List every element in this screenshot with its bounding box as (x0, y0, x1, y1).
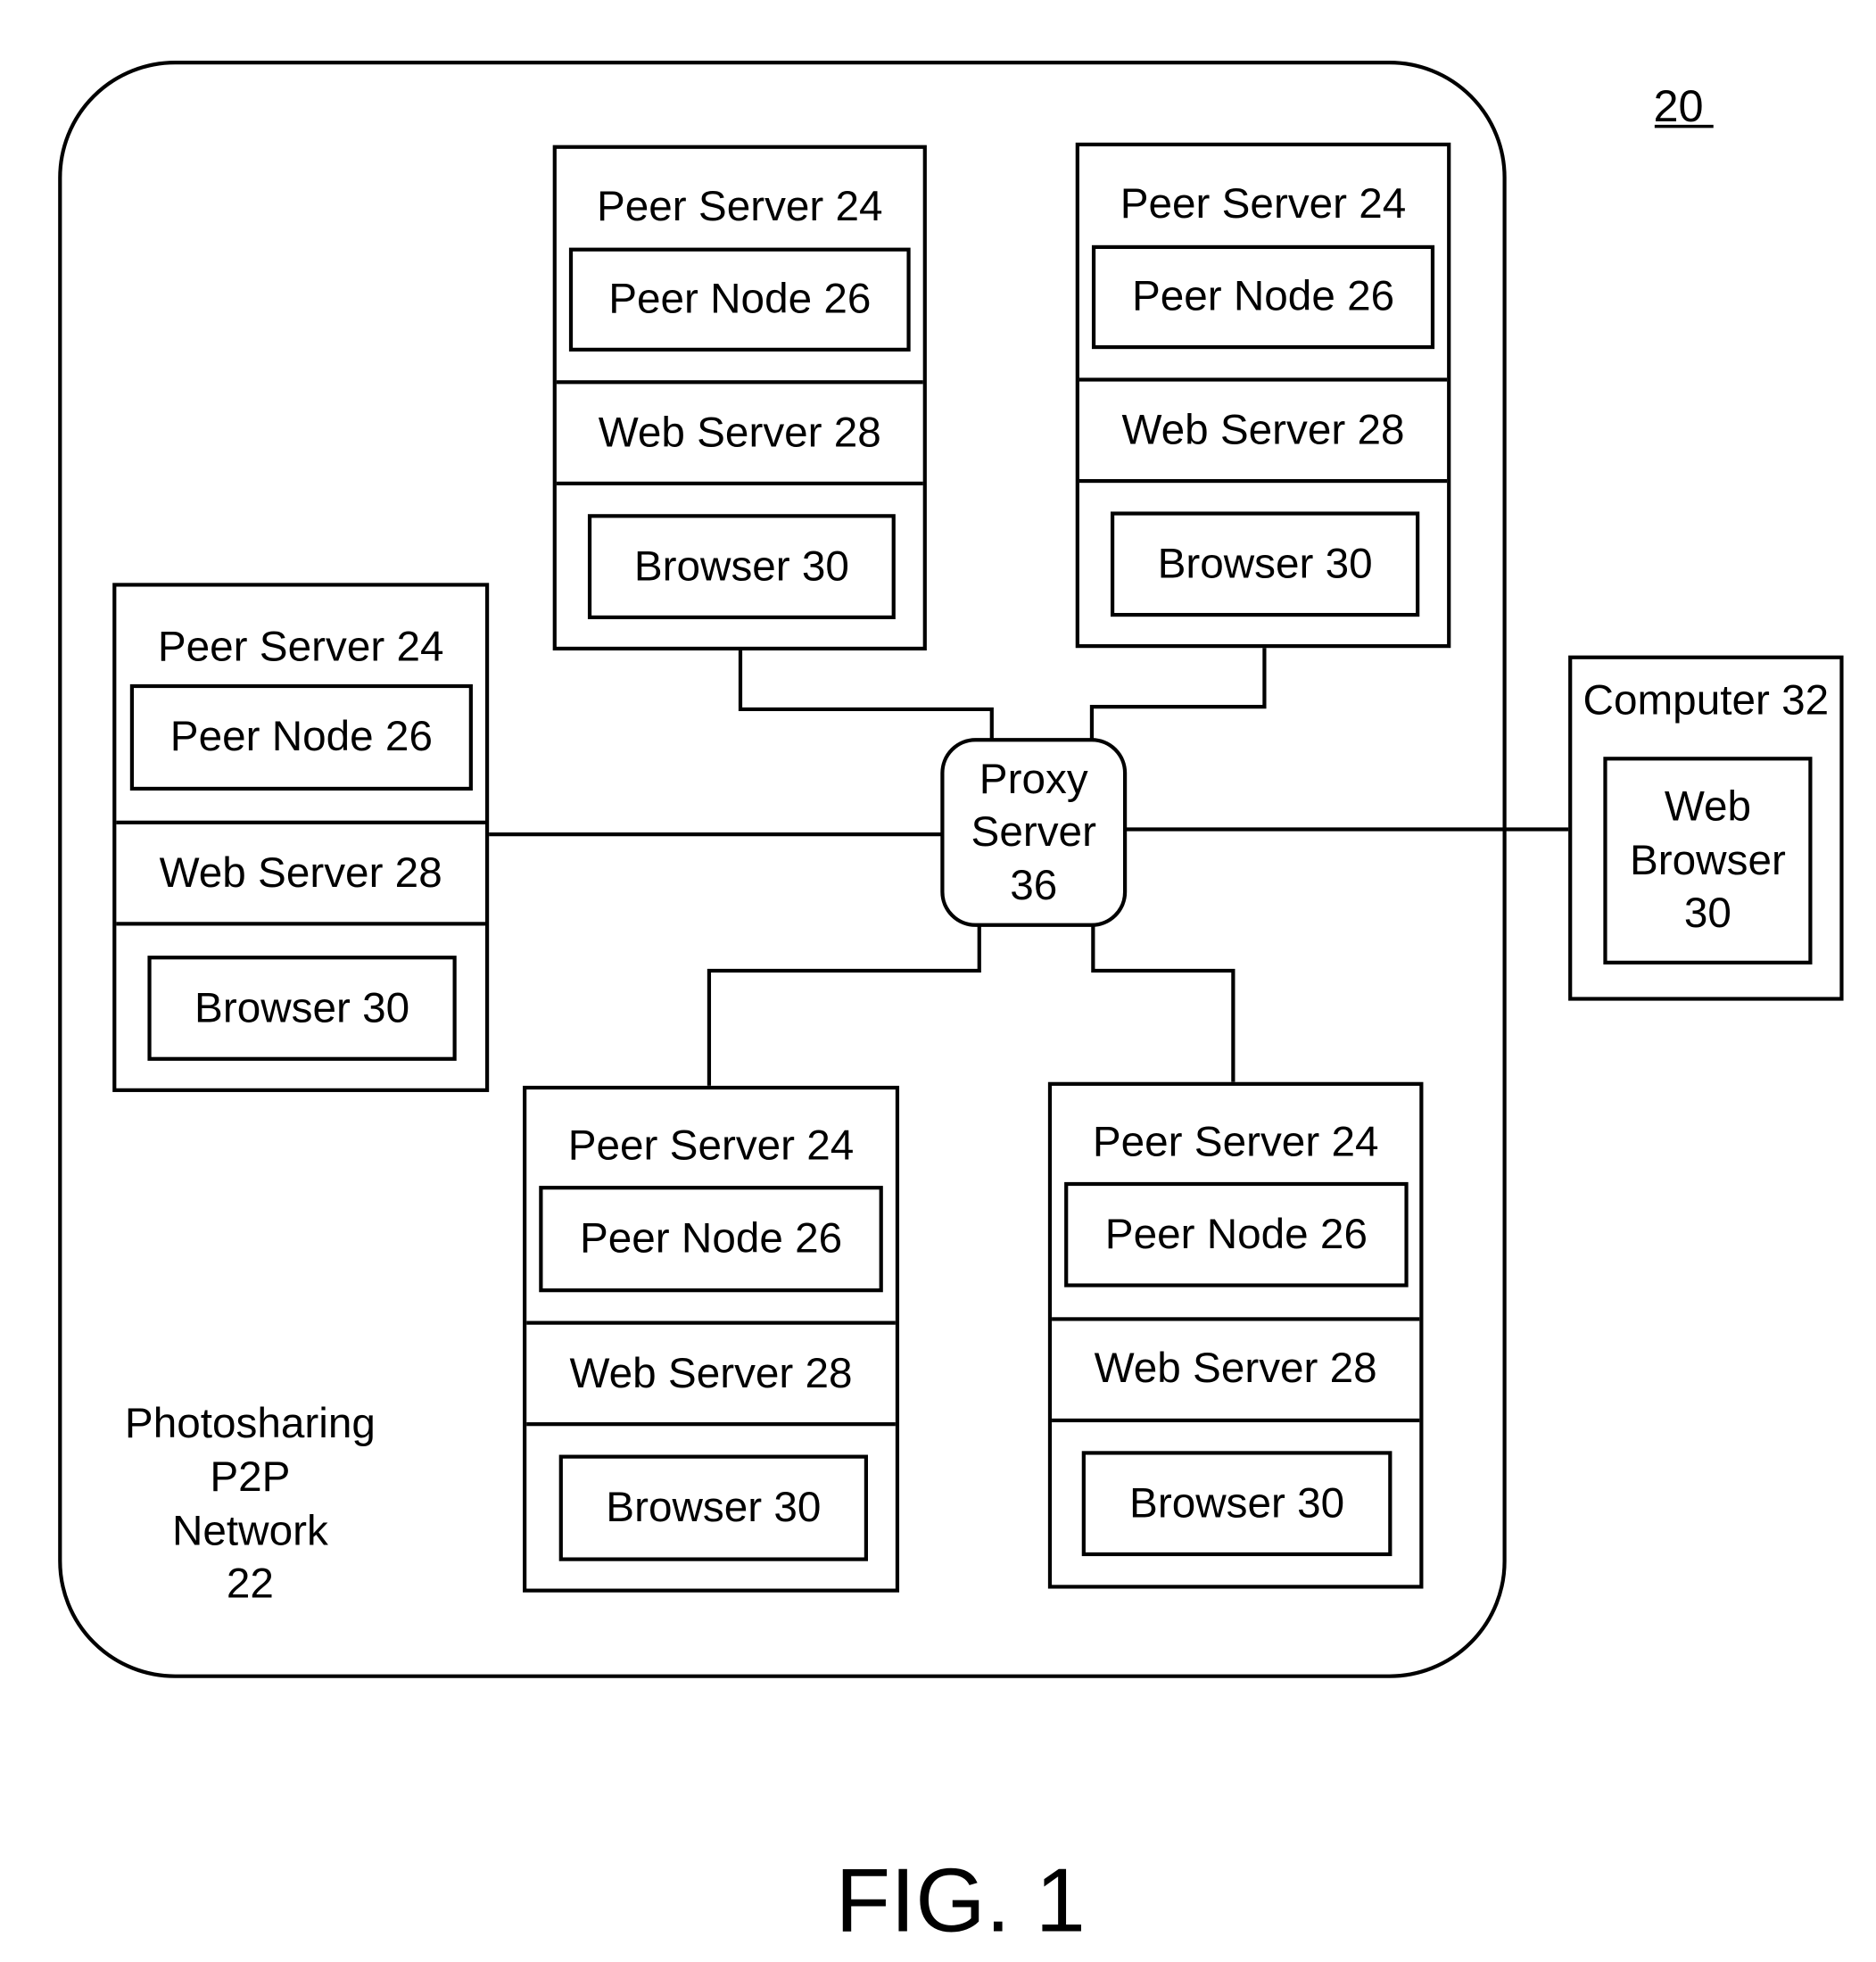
peer-node-label: Peer Node 26 (1131, 272, 1395, 321)
peer-node-box: Peer Node 26 (129, 683, 473, 791)
network-label: Photosharing P2P Network 22 (100, 1397, 400, 1611)
section-divider (116, 820, 485, 824)
peer-server-bottom-left: Peer Server 24 Peer Node 26 Web Server 2… (523, 1085, 900, 1593)
peer-server-top-left: Peer Server 24 Peer Node 26 Web Server 2… (552, 145, 927, 651)
section-divider (526, 1422, 896, 1427)
section-divider (1052, 1317, 1420, 1321)
network-label-line-3: Network (171, 1506, 328, 1555)
proxy-label-line-1: Proxy (979, 755, 1088, 803)
browser-label: Browser 30 (606, 1484, 822, 1532)
computer-title: Computer 32 (1583, 676, 1830, 724)
proxy-server: Proxy Server 36 (940, 738, 1128, 927)
browser-box: Browser 30 (147, 956, 457, 1061)
peer-server-left: Peer Server 24 Peer Node 26 Web Server 2… (112, 583, 490, 1092)
browser-label: Browser 30 (1129, 1479, 1345, 1527)
browser-label: Browser 30 (1157, 540, 1373, 588)
figure-reference-number: 20 (1653, 79, 1704, 132)
peer-node-label: Peer Node 26 (1104, 1210, 1368, 1259)
web-server-label: Web Server 28 (159, 849, 442, 898)
proxy-label-line-3: 36 (1010, 861, 1058, 909)
section-divider (556, 380, 923, 385)
web-server-label: Web Server 28 (1121, 406, 1405, 454)
browser-box: Browser 30 (558, 1454, 868, 1561)
browser-box: Browser 30 (1081, 1451, 1393, 1557)
network-label-line-1: Photosharing (124, 1399, 376, 1448)
network-label-line-4: 22 (226, 1560, 274, 1609)
peer-server-top-right: Peer Server 24 Peer Node 26 Web Server 2… (1075, 142, 1451, 649)
peer-server-title: Peer Server 24 (596, 182, 883, 230)
peer-server-title: Peer Server 24 (157, 623, 444, 671)
browser-box: Browser 30 (587, 514, 896, 619)
peer-server-title: Peer Server 24 (1120, 179, 1407, 228)
computer: Computer 32 Web Browser 30 (1568, 655, 1844, 1001)
section-divider (1078, 377, 1448, 382)
web-server-label: Web Server 28 (569, 1349, 853, 1398)
web-browser-label-line-2: Browser (1630, 836, 1786, 884)
peer-server-bottom-right: Peer Server 24 Peer Node 26 Web Server 2… (1047, 1081, 1424, 1589)
peer-node-label: Peer Node 26 (579, 1214, 843, 1262)
peer-server-title: Peer Server 24 (1092, 1118, 1379, 1166)
peer-server-title: Peer Server 24 (567, 1122, 855, 1170)
section-divider (1052, 1418, 1420, 1423)
browser-label: Browser 30 (633, 542, 849, 591)
web-server-label: Web Server 28 (598, 409, 881, 457)
section-divider (526, 1320, 896, 1325)
section-divider (116, 922, 485, 926)
web-server-label: Web Server 28 (1094, 1345, 1377, 1393)
web-browser-label-line-1: Web (1664, 783, 1751, 832)
network-label-line-2: P2P (210, 1453, 291, 1502)
peer-node-box: Peer Node 26 (1064, 1181, 1409, 1287)
connector-top-right-to-proxy (1089, 645, 1267, 741)
section-divider (1078, 478, 1448, 484)
proxy-label-line-2: Server (971, 808, 1096, 857)
web-browser-box: Web Browser 30 (1603, 757, 1813, 964)
browser-box: Browser 30 (1110, 511, 1420, 617)
connector-bottom-right-to-proxy (1091, 923, 1236, 1082)
peer-node-label: Peer Node 26 (169, 713, 433, 761)
peer-node-box: Peer Node 26 (568, 247, 911, 352)
connector-bottom-left-to-proxy (707, 923, 981, 1086)
figure-caption: FIG. 1 (835, 1850, 1086, 1952)
connector-top-left-to-proxy (738, 648, 994, 741)
peer-node-box: Peer Node 26 (1091, 244, 1435, 350)
peer-node-box: Peer Node 26 (539, 1186, 883, 1293)
peer-node-label: Peer Node 26 (608, 275, 872, 324)
diagram-canvas: 20 Peer Server 24 Peer Node 26 Web Serve… (0, 0, 1876, 1961)
web-browser-label-line-3: 30 (1683, 890, 1731, 938)
section-divider (556, 481, 923, 485)
browser-label: Browser 30 (194, 984, 410, 1032)
